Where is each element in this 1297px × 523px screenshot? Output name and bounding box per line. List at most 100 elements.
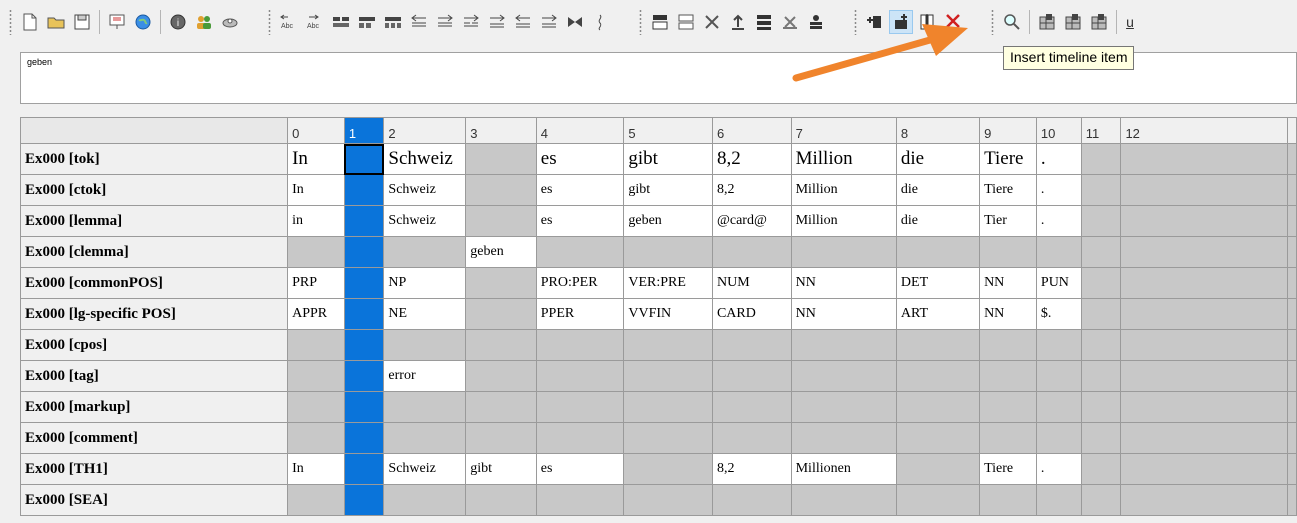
column-header-1[interactable]: 1 <box>343 117 385 144</box>
grid-cell[interactable] <box>287 329 345 361</box>
tier-label[interactable]: Ex000 [TH1] <box>19 453 289 485</box>
grid-cell[interactable]: geben <box>465 236 537 268</box>
tier-speaker-icon[interactable] <box>805 11 827 33</box>
grid-cell[interactable] <box>343 484 385 516</box>
grid-cell[interactable]: Tiere <box>979 453 1037 485</box>
bowtie-icon[interactable] <box>564 11 586 33</box>
grid-cell[interactable] <box>343 360 385 392</box>
shift-left-2-icon[interactable] <box>512 11 534 33</box>
grid-cell[interactable] <box>1035 422 1082 454</box>
grid-cell[interactable] <box>790 236 897 268</box>
grid-cell[interactable]: Schweiz <box>383 205 467 237</box>
grid-cell[interactable]: NN <box>790 298 897 330</box>
grid-cell[interactable] <box>711 422 792 454</box>
grid-cell[interactable] <box>1120 453 1288 485</box>
grid-cell[interactable]: . <box>1035 174 1082 206</box>
users-icon[interactable] <box>193 11 215 33</box>
grid-cell[interactable] <box>1035 329 1082 361</box>
grid-cell[interactable]: DET <box>895 267 981 299</box>
column-header-12[interactable]: 12 <box>1120 117 1288 144</box>
grid-cell[interactable] <box>711 360 792 392</box>
grid-cell[interactable]: die <box>895 174 981 206</box>
grid-cell[interactable] <box>790 391 897 423</box>
grid-cell[interactable] <box>1035 360 1082 392</box>
grid-cell[interactable]: gibt <box>623 143 713 175</box>
globe-icon[interactable] <box>132 11 154 33</box>
grid-cell[interactable] <box>1120 174 1288 206</box>
grid-cell[interactable]: Schweiz <box>383 174 467 206</box>
grid-view-3-icon[interactable] <box>1088 11 1110 33</box>
grid-cell[interactable]: CARD <box>711 298 792 330</box>
grid-cell[interactable] <box>383 422 467 454</box>
grid-cell[interactable]: es <box>535 205 625 237</box>
grid-cell[interactable]: PRO:PER <box>535 267 625 299</box>
grid-cell[interactable]: gibt <box>623 174 713 206</box>
grid-view-1-icon[interactable] <box>1036 11 1058 33</box>
tier-label[interactable]: Ex000 [lg-specific POS] <box>19 298 289 330</box>
shift-right-2-icon[interactable] <box>460 11 482 33</box>
grid-view-2-icon[interactable] <box>1062 11 1084 33</box>
delete-timeline-item-icon[interactable] <box>942 11 964 33</box>
grid-cell[interactable] <box>895 484 981 516</box>
grid-cell[interactable] <box>1080 329 1122 361</box>
column-header-2[interactable]: 2 <box>383 117 467 144</box>
grid-cell[interactable] <box>895 236 981 268</box>
tier-clear-icon[interactable] <box>779 11 801 33</box>
grid-cell[interactable] <box>465 174 537 206</box>
toolbar-grip[interactable] <box>268 9 271 35</box>
grid-cell[interactable]: 8,2 <box>711 453 792 485</box>
grid-cell[interactable]: Millionen <box>790 453 897 485</box>
tier-type-icon[interactable] <box>753 11 775 33</box>
split-right-icon[interactable]: Abc <box>304 11 326 33</box>
grid-cell[interactable] <box>535 329 625 361</box>
grid-cell[interactable] <box>1080 236 1122 268</box>
grid-cell[interactable] <box>1080 453 1122 485</box>
grid-cell[interactable] <box>895 453 981 485</box>
grid-cell[interactable] <box>287 236 345 268</box>
grid-cell[interactable] <box>465 143 537 175</box>
grid-cell[interactable] <box>465 329 537 361</box>
grid-cell[interactable] <box>343 205 385 237</box>
grid-cell[interactable]: geben <box>623 205 713 237</box>
grid-cell[interactable] <box>465 298 537 330</box>
grid-cell[interactable] <box>790 360 897 392</box>
grid-cell[interactable]: es <box>535 453 625 485</box>
grid-cell[interactable]: Schweiz <box>383 453 467 485</box>
grid-cell[interactable] <box>1120 484 1288 516</box>
shift-right-3-icon[interactable] <box>486 11 508 33</box>
grid-cell[interactable] <box>343 453 385 485</box>
tier-label[interactable]: Ex000 [lemma] <box>19 205 289 237</box>
grid-cell[interactable] <box>1080 143 1122 175</box>
grid-cell[interactable] <box>1120 267 1288 299</box>
toolbar-grip[interactable] <box>854 9 857 35</box>
insert-timeline-item-active-icon[interactable] <box>889 10 913 34</box>
grid-cell[interactable] <box>979 391 1037 423</box>
grid-cell[interactable]: es <box>535 174 625 206</box>
grid-cell[interactable] <box>790 484 897 516</box>
grid-cell[interactable] <box>790 422 897 454</box>
grid-cell[interactable] <box>623 329 713 361</box>
grid-cell[interactable] <box>895 360 981 392</box>
grid-cell[interactable] <box>1120 236 1288 268</box>
grid-cell[interactable]: NE <box>383 298 467 330</box>
grid-cell[interactable] <box>1120 329 1288 361</box>
grid-cell[interactable] <box>711 484 792 516</box>
grid-cell[interactable] <box>535 391 625 423</box>
grid-cell[interactable] <box>623 236 713 268</box>
underline-button[interactable]: u <box>1121 14 1139 30</box>
grid-cell[interactable]: Million <box>790 174 897 206</box>
tier-up-icon[interactable] <box>649 11 671 33</box>
grid-cell[interactable] <box>465 484 537 516</box>
grid-cell[interactable] <box>287 484 345 516</box>
grid-cell[interactable] <box>1080 174 1122 206</box>
grid-cell[interactable]: Tiere <box>979 143 1037 175</box>
grid-cell[interactable] <box>535 422 625 454</box>
grid-cell[interactable] <box>979 360 1037 392</box>
squiggle-icon[interactable] <box>590 11 612 33</box>
grid-cell[interactable] <box>1120 143 1288 175</box>
tier-down-icon[interactable] <box>675 11 697 33</box>
grid-cell[interactable] <box>1080 267 1122 299</box>
grid-cell[interactable] <box>1035 484 1082 516</box>
grid-cell[interactable]: . <box>1035 453 1082 485</box>
column-header-10[interactable]: 10 <box>1035 117 1082 144</box>
